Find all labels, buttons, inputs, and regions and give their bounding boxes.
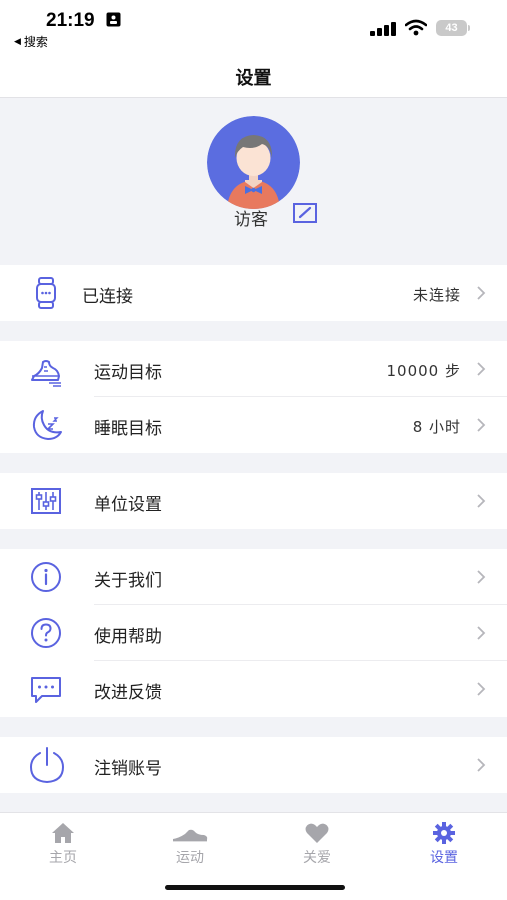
connection-value: 未连接 — [412, 286, 461, 304]
chevron-right-icon — [477, 758, 486, 772]
tab-sport-label: 运动 — [176, 850, 204, 866]
tab-home-label: 主页 — [49, 850, 77, 866]
cellular-signal-icon — [370, 22, 396, 36]
tab-care[interactable]: 关爱 — [254, 813, 380, 873]
sliders-icon — [31, 488, 61, 514]
home-icon — [52, 823, 74, 843]
row-units[interactable]: 单位设置 — [0, 473, 507, 529]
back-label: 搜索 — [23, 35, 48, 49]
chevron-right-icon — [477, 494, 486, 508]
info-section: 关于我们 使用帮助 改进反馈 — [0, 549, 507, 717]
feedback-label: 改进反馈 — [94, 683, 162, 703]
moon-sleep-icon — [32, 410, 62, 440]
running-shoe-icon — [31, 360, 61, 387]
row-help[interactable]: 使用帮助 — [0, 605, 507, 661]
info-icon — [31, 562, 61, 592]
delete-account-label: 注销账号 — [94, 759, 162, 779]
gear-icon — [433, 822, 455, 844]
avatar[interactable] — [207, 116, 300, 209]
row-connection[interactable]: 已连接 未连接 — [0, 265, 507, 321]
profile-name: 访客 — [234, 210, 268, 230]
sleep-goal-value: 8 小时 — [412, 418, 461, 436]
power-icon — [29, 747, 65, 784]
tab-settings-label: 设置 — [430, 850, 458, 866]
account-section: 注销账号 — [0, 737, 507, 793]
user-avatar-icon — [207, 116, 300, 209]
units-label: 单位设置 — [94, 495, 162, 515]
page-title: 设置 — [235, 68, 272, 89]
goals-section: 运动目标 10000 步 睡眠目标 8 小时 — [0, 341, 507, 453]
row-delete-account[interactable]: 注销账号 — [0, 737, 507, 793]
sneaker-icon — [173, 829, 208, 843]
back-arrow-icon: ◀ — [14, 36, 21, 47]
row-steps-goal[interactable]: 运动目标 10000 步 — [0, 341, 507, 397]
nav-bar: 设置 — [0, 56, 507, 98]
chevron-right-icon — [477, 570, 486, 584]
chevron-right-icon — [477, 286, 486, 300]
sleep-goal-label: 睡眠目标 — [94, 419, 162, 439]
battery-level: 43 — [436, 20, 467, 36]
battery-indicator: 43 — [436, 20, 470, 36]
help-question-icon — [31, 618, 61, 648]
chevron-right-icon — [477, 362, 486, 376]
id-card-icon — [106, 12, 121, 27]
chat-bubble-icon — [31, 677, 61, 703]
chevron-right-icon — [477, 418, 486, 432]
status-bar: 21:19 ◀ 搜索 43 — [0, 0, 507, 56]
profile-section: 访客 — [0, 99, 507, 264]
row-about[interactable]: 关于我们 — [0, 549, 507, 605]
about-label: 关于我们 — [94, 571, 162, 591]
steps-goal-value: 10000 步 — [386, 362, 461, 380]
edit-profile-icon[interactable] — [292, 202, 318, 224]
heart-icon — [305, 823, 329, 843]
units-section: 单位设置 — [0, 473, 507, 529]
chevron-right-icon — [477, 626, 486, 640]
connection-label: 已连接 — [82, 287, 133, 307]
tab-sport[interactable]: 运动 — [127, 813, 253, 873]
smartwatch-icon — [36, 277, 56, 309]
status-time: 21:19 — [46, 10, 95, 31]
battery-cap — [468, 25, 470, 31]
connection-section: 已连接 未连接 — [0, 265, 507, 321]
tab-settings[interactable]: 设置 — [381, 813, 507, 873]
tab-care-label: 关爱 — [303, 850, 331, 866]
steps-goal-label: 运动目标 — [94, 363, 162, 383]
wifi-icon — [405, 19, 427, 36]
tab-home[interactable]: 主页 — [0, 813, 126, 873]
row-sleep-goal[interactable]: 睡眠目标 8 小时 — [0, 397, 507, 453]
home-indicator — [165, 885, 345, 890]
chevron-right-icon — [477, 682, 486, 696]
help-label: 使用帮助 — [94, 627, 162, 647]
row-feedback[interactable]: 改进反馈 — [0, 661, 507, 717]
back-to-search-link[interactable]: ◀ 搜索 — [14, 33, 48, 50]
